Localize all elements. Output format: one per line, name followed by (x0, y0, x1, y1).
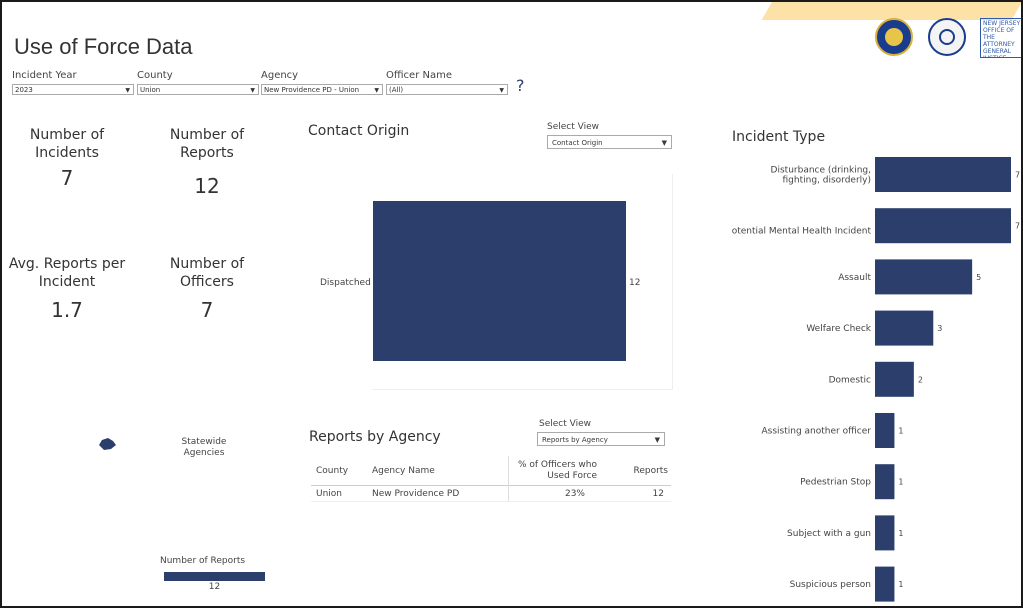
incident-category-label: Assisting another officer (762, 427, 872, 437)
chevron-down-icon: ▼ (661, 139, 667, 147)
incident-category-label: Disturbance (drinking, fighting, disorder… (771, 166, 871, 186)
nj-map-shape[interactable] (97, 437, 117, 451)
incident-bar[interactable] (875, 259, 973, 295)
table-cell-reports: 12 (652, 489, 664, 499)
incident-bar[interactable] (875, 361, 914, 397)
chevron-down-icon: ▼ (654, 436, 660, 444)
incident-bar-value: 5 (976, 273, 981, 282)
help-icon[interactable]: ? (516, 76, 525, 95)
table-header-reports: Reports (633, 466, 668, 476)
incident-type-chart: Disturbance (drinking, fighting, disorder… (732, 157, 1020, 602)
table-cell-agency: New Providence PD (372, 489, 460, 499)
incident-bar-value: 1 (898, 580, 903, 589)
chevron-down-icon: ▼ (374, 87, 379, 94)
filter-agency-label: Agency (261, 70, 299, 81)
contact-origin-title: Contact Origin (308, 123, 410, 139)
incident-bar[interactable] (875, 208, 1011, 244)
page-title: Use of Force Data (14, 34, 193, 59)
chevron-down-icon: ▼ (125, 87, 130, 94)
table-header-percent: % of Officers who Used Force (517, 460, 597, 481)
seal-logo-2 (928, 18, 966, 56)
map-legend-bar (164, 572, 265, 581)
kpi-officers-label: Number of Officers (169, 256, 245, 290)
incident-bar[interactable] (875, 515, 895, 551)
kpi-officers-value: 7 (200, 298, 214, 322)
kpi-incidents-value: 7 (60, 166, 74, 190)
incident-bar-value: 1 (898, 529, 903, 538)
incident-bar-value: 1 (898, 427, 903, 436)
incident-bar-value: 1 (898, 478, 903, 487)
contact-bar-dispatched[interactable] (373, 201, 626, 361)
table-cell-county: Union (316, 489, 343, 499)
contact-select-label: Select View (547, 122, 599, 132)
chevron-down-icon: ▼ (499, 87, 504, 94)
contact-select-view[interactable]: Contact Origin ▼ (547, 135, 672, 149)
kpi-reports-value: 12 (194, 174, 220, 198)
incident-bar-value: 7 (1015, 222, 1020, 231)
incident-category-label: Welfare Check (806, 324, 871, 334)
contact-category-label: Dispatched (320, 278, 371, 288)
kpi-reports-label: Number of Reports (169, 127, 245, 161)
incident-bar[interactable] (875, 566, 895, 602)
contact-bar-value: 12 (629, 278, 641, 288)
filter-year-select[interactable]: 2023 ▼ (12, 84, 134, 95)
table-cell-percent: 23% (564, 489, 585, 499)
dashboard-frame: NEW JERSEY OFFICE OF THE ATTORNEY GENERA… (0, 0, 1023, 608)
incident-bar-value: 7 (1015, 171, 1020, 180)
table-header-county: County (316, 466, 349, 476)
incident-bar-value: 3 (937, 324, 942, 333)
map-legend-value: 12 (208, 582, 221, 592)
filter-county-label: County (137, 70, 173, 81)
agency-select-label: Select View (539, 419, 591, 429)
map-label: Statewide Agencies (181, 437, 227, 458)
table-divider (311, 485, 671, 486)
incident-category-label: Subject with a gun (787, 529, 871, 539)
incident-category-label: otential Mental Health Incident (732, 227, 872, 237)
chevron-down-icon: ▼ (250, 87, 255, 94)
filter-county-select[interactable]: Union ▼ (137, 84, 259, 95)
filter-officer-label: Officer Name (386, 70, 452, 81)
incident-category-label: Domestic (829, 375, 871, 385)
filter-officer-select[interactable]: (All) ▼ (386, 84, 508, 95)
incident-bar[interactable] (875, 413, 895, 448)
table-header-agency: Agency Name (372, 466, 435, 476)
kpi-avg-label: Avg. Reports per Incident (8, 256, 126, 290)
kpi-incidents-label: Number of Incidents (29, 127, 105, 161)
filter-agency-select[interactable]: New Providence PD - Union ▼ (261, 84, 383, 95)
kpi-avg-value: 1.7 (51, 298, 83, 322)
table-col-divider (508, 456, 509, 501)
incident-category-label: Pedestrian Stop (800, 478, 871, 488)
map-legend-title: Number of Reports (160, 556, 246, 566)
table-row-line (311, 501, 671, 502)
incident-bar[interactable] (875, 157, 1011, 192)
incident-bar[interactable] (875, 310, 934, 346)
incident-category-label: Assault (838, 273, 871, 283)
incident-bar-value: 2 (918, 375, 923, 384)
reports-agency-title: Reports by Agency (309, 429, 441, 445)
incident-category-label: Suspicious person (790, 580, 871, 590)
incident-bar[interactable] (875, 464, 895, 500)
agency-select-view[interactable]: Reports by Agency ▼ (537, 432, 665, 446)
justice-data-logo: NEW JERSEY OFFICE OF THE ATTORNEY GENERA… (980, 18, 1021, 58)
seal-logo-1 (875, 18, 913, 56)
filter-year-label: Incident Year (12, 70, 77, 81)
